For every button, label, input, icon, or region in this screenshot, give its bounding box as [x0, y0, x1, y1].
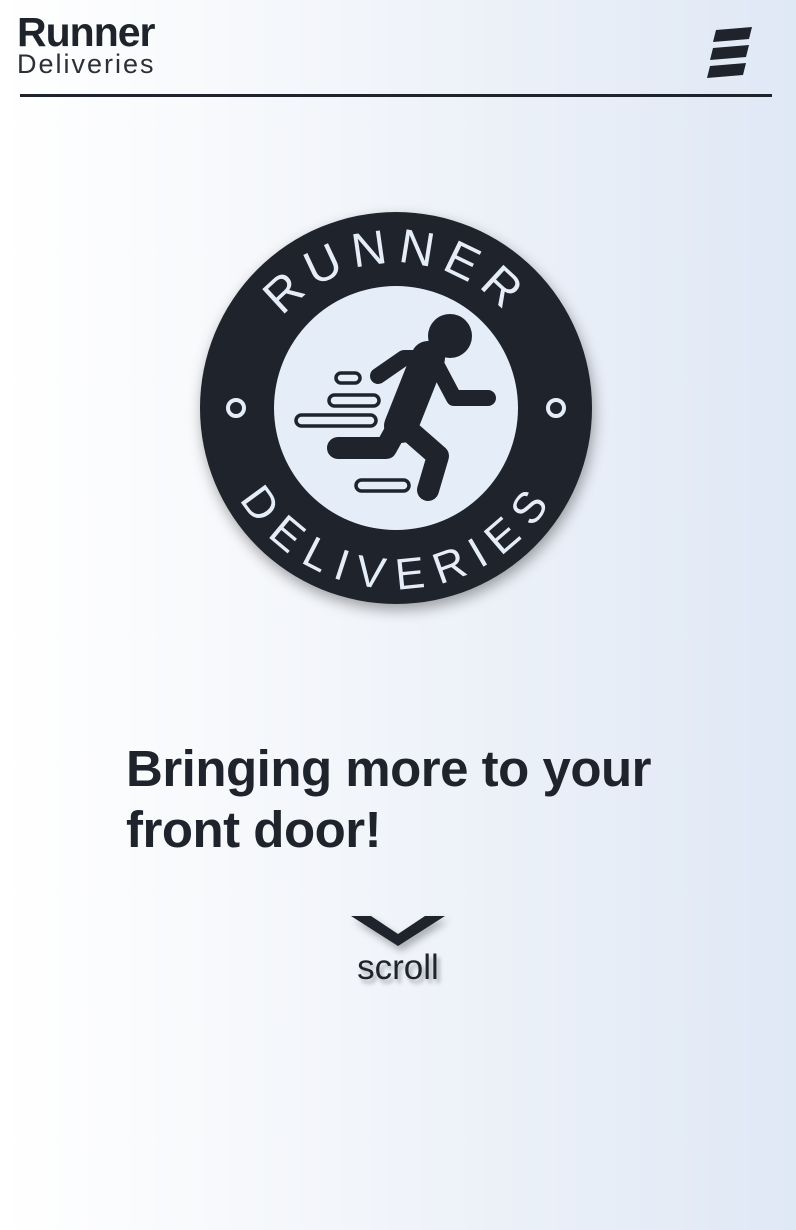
header-divider	[20, 94, 772, 97]
site-header: Runner Deliveries	[0, 0, 796, 100]
brand-logo[interactable]: Runner Deliveries	[17, 12, 156, 78]
hero-tagline: Bringing more to your front door!	[126, 740, 652, 858]
brand-name: Runner	[17, 9, 155, 55]
scroll-label: scroll	[357, 948, 439, 987]
runner-deliveries-logo: RUNNER DELIVERIES	[196, 208, 596, 608]
chevron-down-icon	[351, 916, 445, 946]
scroll-indicator[interactable]: scroll	[336, 908, 460, 998]
hamburger-menu-icon	[707, 27, 752, 78]
menu-button[interactable]	[704, 24, 758, 84]
brand-tagline: Deliveries	[17, 49, 156, 79]
